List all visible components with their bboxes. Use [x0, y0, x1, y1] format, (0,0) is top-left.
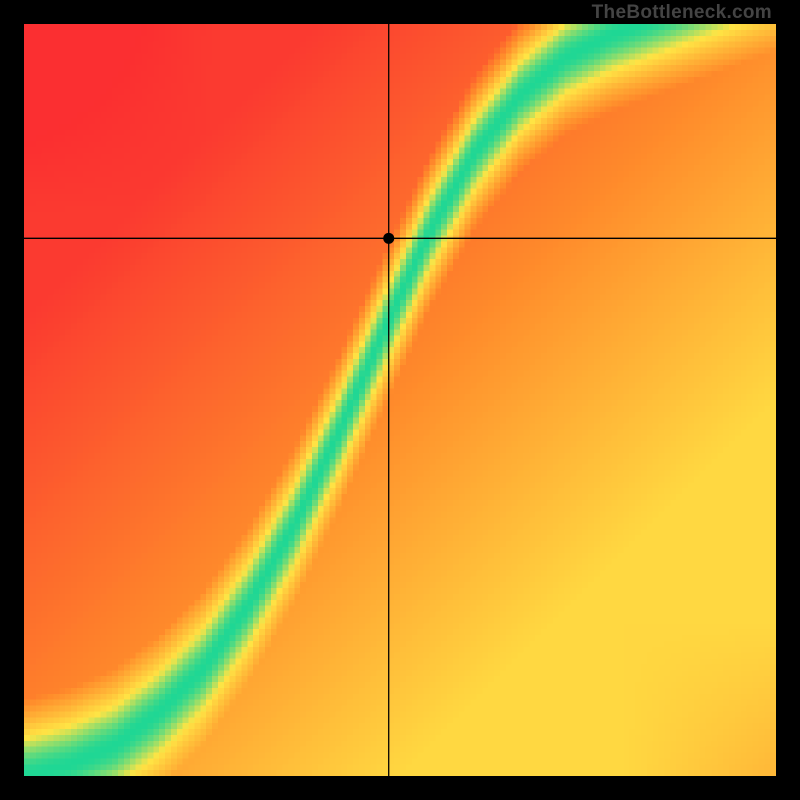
chart-frame: TheBottleneck.com [0, 0, 800, 800]
watermark-text: TheBottleneck.com [592, 2, 772, 24]
heatmap-canvas [24, 24, 776, 776]
plot-area [24, 24, 776, 776]
